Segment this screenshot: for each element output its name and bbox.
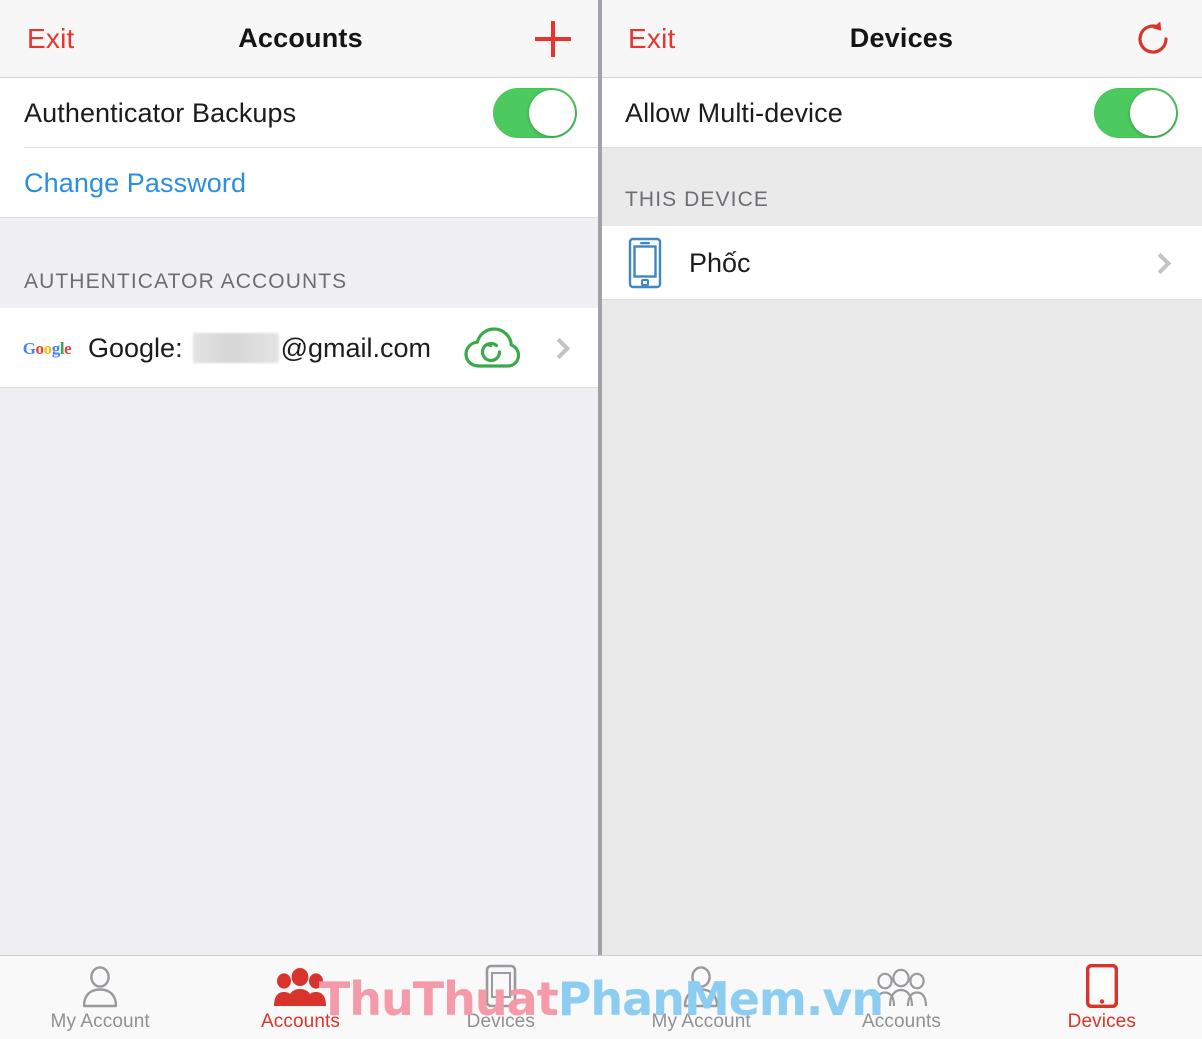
smartphone-outline-icon xyxy=(625,237,665,289)
exit-button-left[interactable]: Exit xyxy=(27,23,74,55)
tab-label: Devices xyxy=(1067,1011,1136,1032)
tab-devices-left[interactable]: Devices xyxy=(401,956,601,1039)
chevron-right-icon xyxy=(541,330,577,366)
allow-multi-device-row[interactable]: Allow Multi-device xyxy=(601,78,1202,148)
authenticator-accounts-section-header: AUTHENTICATOR ACCOUNTS xyxy=(0,218,601,308)
tab-my-account-left[interactable]: My Account xyxy=(0,956,200,1039)
authenticator-backups-row[interactable]: Authenticator Backups xyxy=(0,78,601,148)
right-tabbar: My Account Accounts Devices xyxy=(601,955,1202,1039)
change-password-label: Change Password xyxy=(24,167,247,198)
phone-filled-svg xyxy=(1085,964,1118,1008)
tab-accounts-left[interactable]: Accounts xyxy=(200,956,400,1039)
tab-accounts-right[interactable]: Accounts xyxy=(801,956,1001,1039)
refresh-icon xyxy=(1138,21,1168,54)
phone-outline-icon xyxy=(485,964,517,1008)
devices-title: Devices xyxy=(849,23,954,53)
allow-multi-device-label: Allow Multi-device xyxy=(625,97,843,128)
people-outline-icon xyxy=(874,966,928,1008)
people-filled-icon xyxy=(273,966,327,1008)
phone-filled-icon xyxy=(1085,964,1118,1008)
cloud-restore-icon[interactable] xyxy=(461,324,523,372)
row-separator xyxy=(0,387,601,388)
refresh-button[interactable] xyxy=(1131,16,1177,62)
left-empty-area xyxy=(0,388,601,955)
smartphone-outline-svg xyxy=(628,237,662,289)
row-separator xyxy=(601,299,1202,300)
person-outline-svg xyxy=(82,966,118,1008)
people-filled-svg xyxy=(274,968,327,1006)
this-device-section-header: THIS DEVICE xyxy=(601,148,1202,226)
accounts-title: Accounts xyxy=(238,23,363,53)
devices-navbar: Exit Devices xyxy=(601,0,1202,78)
add-account-button[interactable] xyxy=(530,16,576,62)
google-account-row[interactable]: Google Google: @gmail.com xyxy=(0,308,601,388)
tab-label: My Account xyxy=(50,1011,150,1032)
exit-button-right[interactable]: Exit xyxy=(628,23,675,55)
toggle-knob xyxy=(529,90,575,136)
row-separator xyxy=(0,217,601,218)
tab-label: My Account xyxy=(651,1011,751,1032)
cloud-restore-svg xyxy=(464,327,521,368)
google-account-label: Google: @gmail.com xyxy=(88,333,431,364)
person-outline-icon xyxy=(78,966,122,1008)
authenticator-backups-label: Authenticator Backups xyxy=(24,97,297,128)
chevron-right-icon xyxy=(1142,245,1178,281)
accounts-navbar: Exit Accounts xyxy=(0,0,601,78)
device-row[interactable]: Phốc xyxy=(601,226,1202,300)
right-empty-area xyxy=(601,300,1202,955)
left-phone-screen: Exit Accounts Authenticator Backups Chan… xyxy=(0,0,601,1039)
dual-screenshot-composite: Exit Accounts Authenticator Backups Chan… xyxy=(0,0,1202,1039)
google-logo-icon: Google xyxy=(22,338,72,358)
tab-label: Devices xyxy=(466,1011,535,1032)
plus-icon xyxy=(535,20,571,57)
left-tabbar: My Account Accounts Devices xyxy=(0,955,601,1039)
tab-devices-right[interactable]: Devices xyxy=(1002,956,1202,1039)
tab-label: Accounts xyxy=(261,1011,340,1032)
person-outline-icon xyxy=(679,966,723,1008)
redacted-email-block xyxy=(192,333,279,363)
phone-outline-svg xyxy=(485,964,517,1008)
person-outline-svg xyxy=(683,966,719,1008)
toggle-knob xyxy=(1130,90,1176,136)
right-phone-screen: Exit Devices Allow Multi-device THIS DEV… xyxy=(601,0,1202,1039)
allow-multi-device-toggle[interactable] xyxy=(1094,88,1178,138)
authenticator-backups-toggle[interactable] xyxy=(493,88,577,138)
panel-divider xyxy=(598,0,602,955)
people-outline-svg xyxy=(875,968,928,1007)
tab-label: Accounts xyxy=(862,1011,941,1032)
device-name-label: Phốc xyxy=(689,247,751,278)
change-password-row[interactable]: Change Password xyxy=(0,148,601,218)
row-separator xyxy=(601,147,1202,148)
account-suffix: @gmail.com xyxy=(280,332,432,363)
account-prefix: Google: xyxy=(88,332,183,363)
tab-my-account-right[interactable]: My Account xyxy=(601,956,801,1039)
